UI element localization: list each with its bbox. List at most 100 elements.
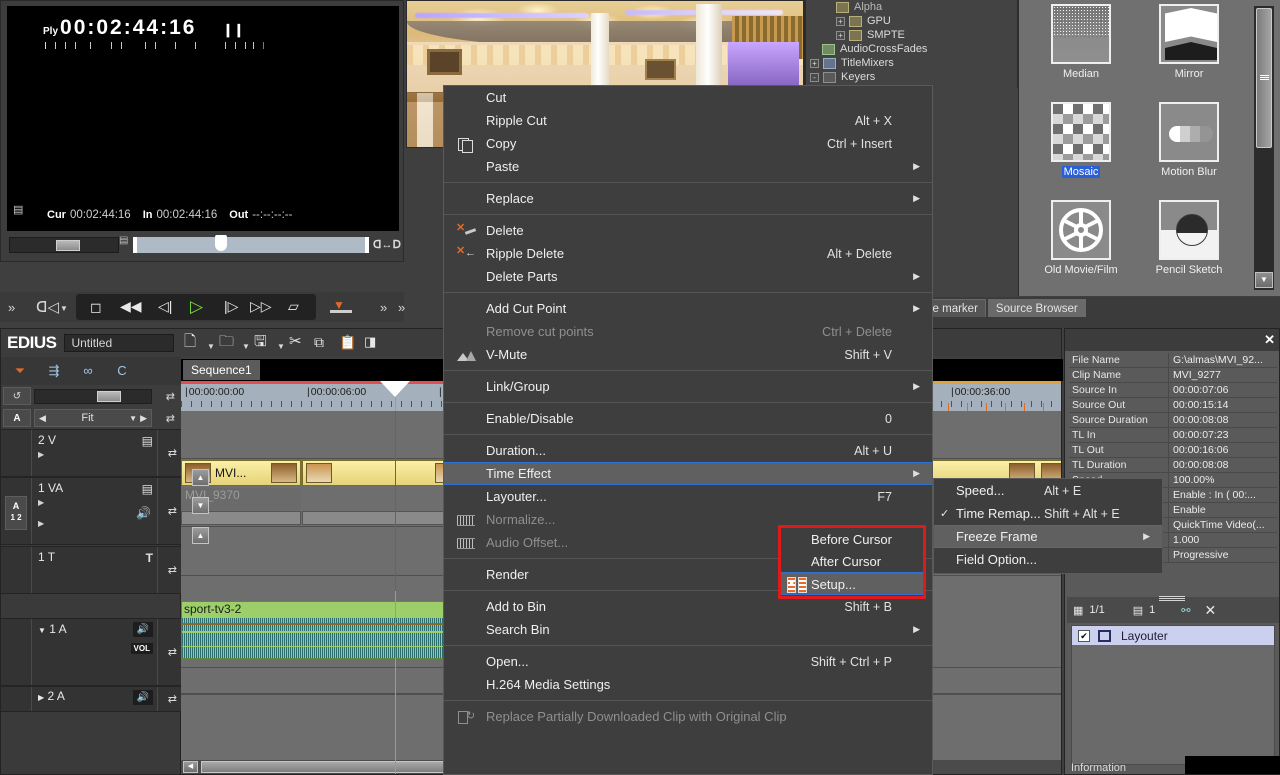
track-header-1va[interactable]: A 1 2 1 VA ▶ ▶ ▤ 🔊 ⇄ xyxy=(1,477,181,545)
track-scroll-down-icon[interactable]: ▼ xyxy=(192,497,209,514)
list-item-layouter[interactable]: ✔ Layouter xyxy=(1072,626,1274,645)
menu-item-copy[interactable]: Copy Ctrl + Insert xyxy=(444,132,932,155)
track-header-1t[interactable]: 1 T T ⇄ xyxy=(1,546,181,594)
menu-item-ripple-delete[interactable]: Ripple Delete Alt + Delete xyxy=(444,242,932,265)
track-patch-1va[interactable]: A 1 2 xyxy=(5,496,27,530)
new-project-icon[interactable]: 🗋 xyxy=(184,331,206,353)
track-expander-2v[interactable]: ▶ xyxy=(38,450,157,459)
expand-icon[interactable]: + xyxy=(836,16,845,26)
track-patch-a-icon[interactable]: A xyxy=(3,409,31,427)
snap-mode-icon[interactable]: C xyxy=(107,360,137,382)
volume-button-1a[interactable]: VOL xyxy=(130,643,153,654)
submenu-item-freeze-frame[interactable]: Freeze Frame ▶ xyxy=(934,525,1162,548)
panel-grip[interactable] xyxy=(1159,596,1185,601)
tab-sequence1[interactable]: Sequence1 xyxy=(183,360,260,380)
submenu-item-time-remap[interactable]: ✓ Time Remap... Shift + Alt + E xyxy=(934,502,1162,525)
sync-lock-icon-1a[interactable]: ⇄ xyxy=(168,646,177,659)
fit-dropdown-icon[interactable]: ▼ xyxy=(129,414,137,423)
effects-tree[interactable]: Alpha + GPU + SMPTE AudioCrossFades + TitleMix… xyxy=(806,0,1018,88)
checkbox-icon[interactable]: ✔ xyxy=(1078,629,1090,642)
submenu-item-speed[interactable]: Speed... Alt + E xyxy=(934,479,1162,502)
sync-lock-icon-fit[interactable]: ⇄ xyxy=(166,412,175,425)
replace-icon[interactable]: ◨ xyxy=(364,331,386,353)
player-zoom-thumb[interactable] xyxy=(56,240,80,251)
paste-icon[interactable]: 📋 xyxy=(339,331,361,353)
tree-row-titlemixers[interactable]: + TitleMixers xyxy=(806,56,1017,70)
menu-item-h-264-media-settings[interactable]: H.264 Media Settings xyxy=(444,673,932,696)
insert-mode-icon[interactable]: ⏷ xyxy=(5,360,35,382)
scrubber-playhead[interactable] xyxy=(215,235,227,251)
effects-palette[interactable]: Median Mirror Mosaic Motion Blur Old Movie/F… xyxy=(1018,0,1280,296)
menu-item-paste[interactable]: Paste ▶ xyxy=(444,155,932,178)
speaker-icon-1a[interactable]: 🔊 xyxy=(132,622,153,637)
open-project-caret-icon[interactable]: ▼ xyxy=(241,342,251,351)
rewind-button[interactable]: ◀◀ xyxy=(120,298,142,315)
loop-button[interactable]: ▱ xyxy=(288,298,299,315)
freeze-item-setup[interactable]: Setup... xyxy=(781,573,923,595)
track-expand-icon-2a[interactable]: ▶ xyxy=(38,693,44,702)
hscroll-left-icon[interactable]: ◀ xyxy=(183,761,198,773)
effects-scrollbar-thumb[interactable] xyxy=(1256,8,1272,148)
player-scrubber[interactable] xyxy=(133,235,369,253)
sync-lock-icon-2v[interactable]: ⇄ xyxy=(168,447,177,460)
fast-forward-button[interactable]: ▷▷ xyxy=(250,298,272,315)
close-icon[interactable]: ✕ xyxy=(1264,332,1275,348)
expand-icon-right-1[interactable]: » xyxy=(380,300,387,315)
tree-row-gpu[interactable]: + GPU xyxy=(806,14,1017,28)
tree-row-audiocrossfades[interactable]: AudioCrossFades xyxy=(806,42,1017,56)
chevron-down-icon[interactable]: ▼ xyxy=(60,304,68,313)
open-project-icon[interactable]: 🗀 xyxy=(219,331,241,353)
previous-frame-button[interactable]: ◁| xyxy=(158,298,172,315)
scrubber-in-marker[interactable] xyxy=(133,237,137,253)
play-button[interactable]: ▷ xyxy=(190,297,203,317)
fit-right-arrow-icon[interactable]: ▶ xyxy=(140,413,147,423)
submenu-item-field-option[interactable]: Field Option... xyxy=(934,548,1162,571)
menu-item-v-mute[interactable]: V-Mute Shift + V xyxy=(444,343,932,366)
tree-row-keyers[interactable]: - Keyers xyxy=(806,70,1017,84)
menu-item-delete-parts[interactable]: Delete Parts ▶ xyxy=(444,265,932,288)
delete-effect-icon[interactable]: ✕ xyxy=(1204,602,1216,619)
track-header-2v[interactable]: 2 V ▶ ▤ ⇄ xyxy=(1,429,181,477)
time-effect-submenu[interactable]: Speed... Alt + E ✓ Time Remap... Shift + Alt… xyxy=(933,478,1163,574)
in-out-icon[interactable]: ᗡ↔ᗞ xyxy=(373,238,401,251)
sync-lock-icon-1va[interactable]: ⇄ xyxy=(168,505,177,518)
sync-lock-icon-1t[interactable]: ⇄ xyxy=(168,564,177,577)
scrubber-out-marker[interactable] xyxy=(365,237,369,253)
fit-left-arrow-icon[interactable]: ◀ xyxy=(39,413,46,424)
menu-item-open[interactable]: Open... Shift + Ctrl + P xyxy=(444,650,932,673)
effect-item-median[interactable]: Median xyxy=(1027,4,1135,102)
sync-lock-icon-2a[interactable]: ⇄ xyxy=(168,693,177,706)
speaker-icon-1va[interactable]: 🔊 xyxy=(136,506,151,520)
menu-item-link-group[interactable]: Link/Group ▶ xyxy=(444,375,932,398)
tree-row-smpte[interactable]: + SMPTE xyxy=(806,28,1017,42)
cut-icon[interactable]: ✂ xyxy=(289,331,311,353)
effects-scrollbar[interactable]: ▼ xyxy=(1254,6,1274,290)
effect-item-motion-blur[interactable]: Motion Blur xyxy=(1135,102,1243,200)
track-collapse-icon-1a[interactable]: ▼ xyxy=(38,626,46,635)
menu-item-time-effect[interactable]: Time Effect ▶ xyxy=(444,462,932,485)
undo-icon[interactable]: ↺ xyxy=(3,387,31,405)
menu-item-layouter[interactable]: Layouter... F7 xyxy=(444,485,932,508)
timeline-zoom-slider[interactable] xyxy=(34,388,152,404)
track-scroll-up-icon-2[interactable]: ▲ xyxy=(192,527,209,544)
next-frame-button[interactable]: |▷ xyxy=(224,298,238,315)
player-zoom-slider[interactable] xyxy=(9,237,119,253)
copy-icon[interactable]: ⧉ xyxy=(314,331,336,353)
clip-context-menu[interactable]: Cut Ripple Cut Alt + X Copy Ctrl + Insert Pas… xyxy=(443,85,933,775)
new-project-caret-icon[interactable]: ▼ xyxy=(206,342,216,351)
menu-item-ripple-cut[interactable]: Ripple Cut Alt + X xyxy=(444,109,932,132)
effect-item-mosaic[interactable]: Mosaic xyxy=(1027,102,1135,200)
menu-item-delete[interactable]: Delete xyxy=(444,219,932,242)
save-project-icon[interactable]: 🖫 xyxy=(254,331,276,353)
expand-icon[interactable]: + xyxy=(810,58,819,68)
link-icon[interactable]: ⚯ xyxy=(1181,604,1190,617)
expand-icon-left[interactable]: » xyxy=(8,300,15,315)
track-header-2a[interactable]: ▶ 2 A 🔊 ⇄ xyxy=(1,686,181,712)
freeze-item-after-cursor[interactable]: After Cursor xyxy=(781,550,923,572)
menu-item-duration[interactable]: Duration... Alt + U xyxy=(444,439,932,462)
timeline-zoom-thumb[interactable] xyxy=(97,390,121,402)
expand-icon-right-2[interactable]: » xyxy=(398,300,405,315)
tab-source-browser[interactable]: Source Browser xyxy=(987,299,1086,317)
group-mode-icon[interactable]: ∞ xyxy=(73,360,103,382)
speaker-icon-2a[interactable]: 🔊 xyxy=(132,690,153,705)
